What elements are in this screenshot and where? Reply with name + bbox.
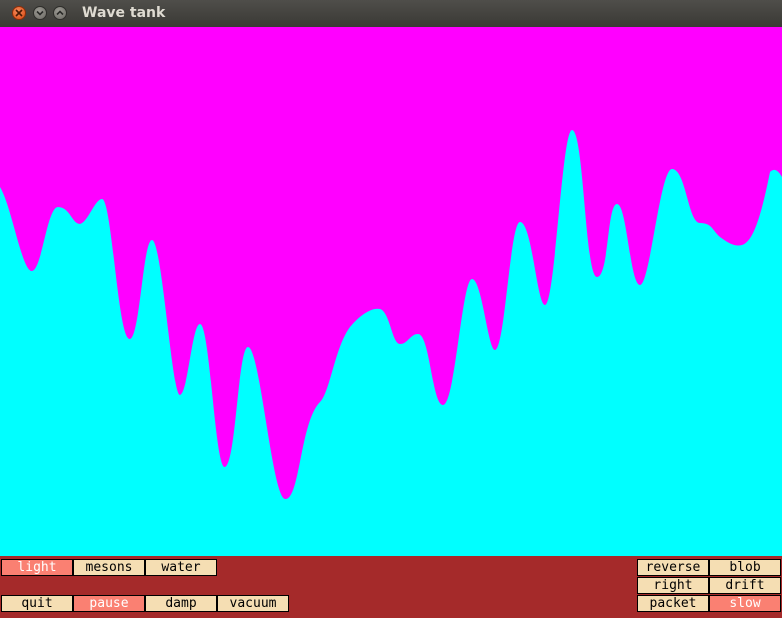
quit-button[interactable]: quit bbox=[1, 595, 73, 612]
close-icon bbox=[15, 9, 23, 17]
window-titlebar: Wave tank bbox=[0, 0, 782, 27]
water-surface bbox=[0, 130, 782, 556]
vacuum-button[interactable]: vacuum bbox=[217, 595, 289, 612]
minimize-window-button[interactable] bbox=[33, 6, 47, 20]
water-button[interactable]: water bbox=[145, 559, 217, 576]
damp-button[interactable]: damp bbox=[145, 595, 217, 612]
right-button[interactable]: right bbox=[637, 577, 709, 594]
mesons-button[interactable]: mesons bbox=[73, 559, 145, 576]
light-button[interactable]: light bbox=[1, 559, 73, 576]
pause-button[interactable]: pause bbox=[73, 595, 145, 612]
blob-button[interactable]: blob bbox=[709, 559, 781, 576]
window-title: Wave tank bbox=[82, 5, 166, 21]
wave-surface-graphic bbox=[0, 130, 782, 556]
reverse-button[interactable]: reverse bbox=[637, 559, 709, 576]
drift-button[interactable]: drift bbox=[709, 577, 781, 594]
maximize-window-button[interactable] bbox=[53, 6, 67, 20]
chevron-down-icon bbox=[36, 10, 44, 16]
close-window-button[interactable] bbox=[12, 6, 26, 20]
control-panel: light mesons water quit pause damp vacuu… bbox=[0, 556, 782, 618]
wave-tank-canvas[interactable] bbox=[0, 27, 782, 556]
chevron-up-icon bbox=[56, 10, 64, 16]
packet-button[interactable]: packet bbox=[637, 595, 709, 612]
slow-button[interactable]: slow bbox=[709, 595, 781, 612]
